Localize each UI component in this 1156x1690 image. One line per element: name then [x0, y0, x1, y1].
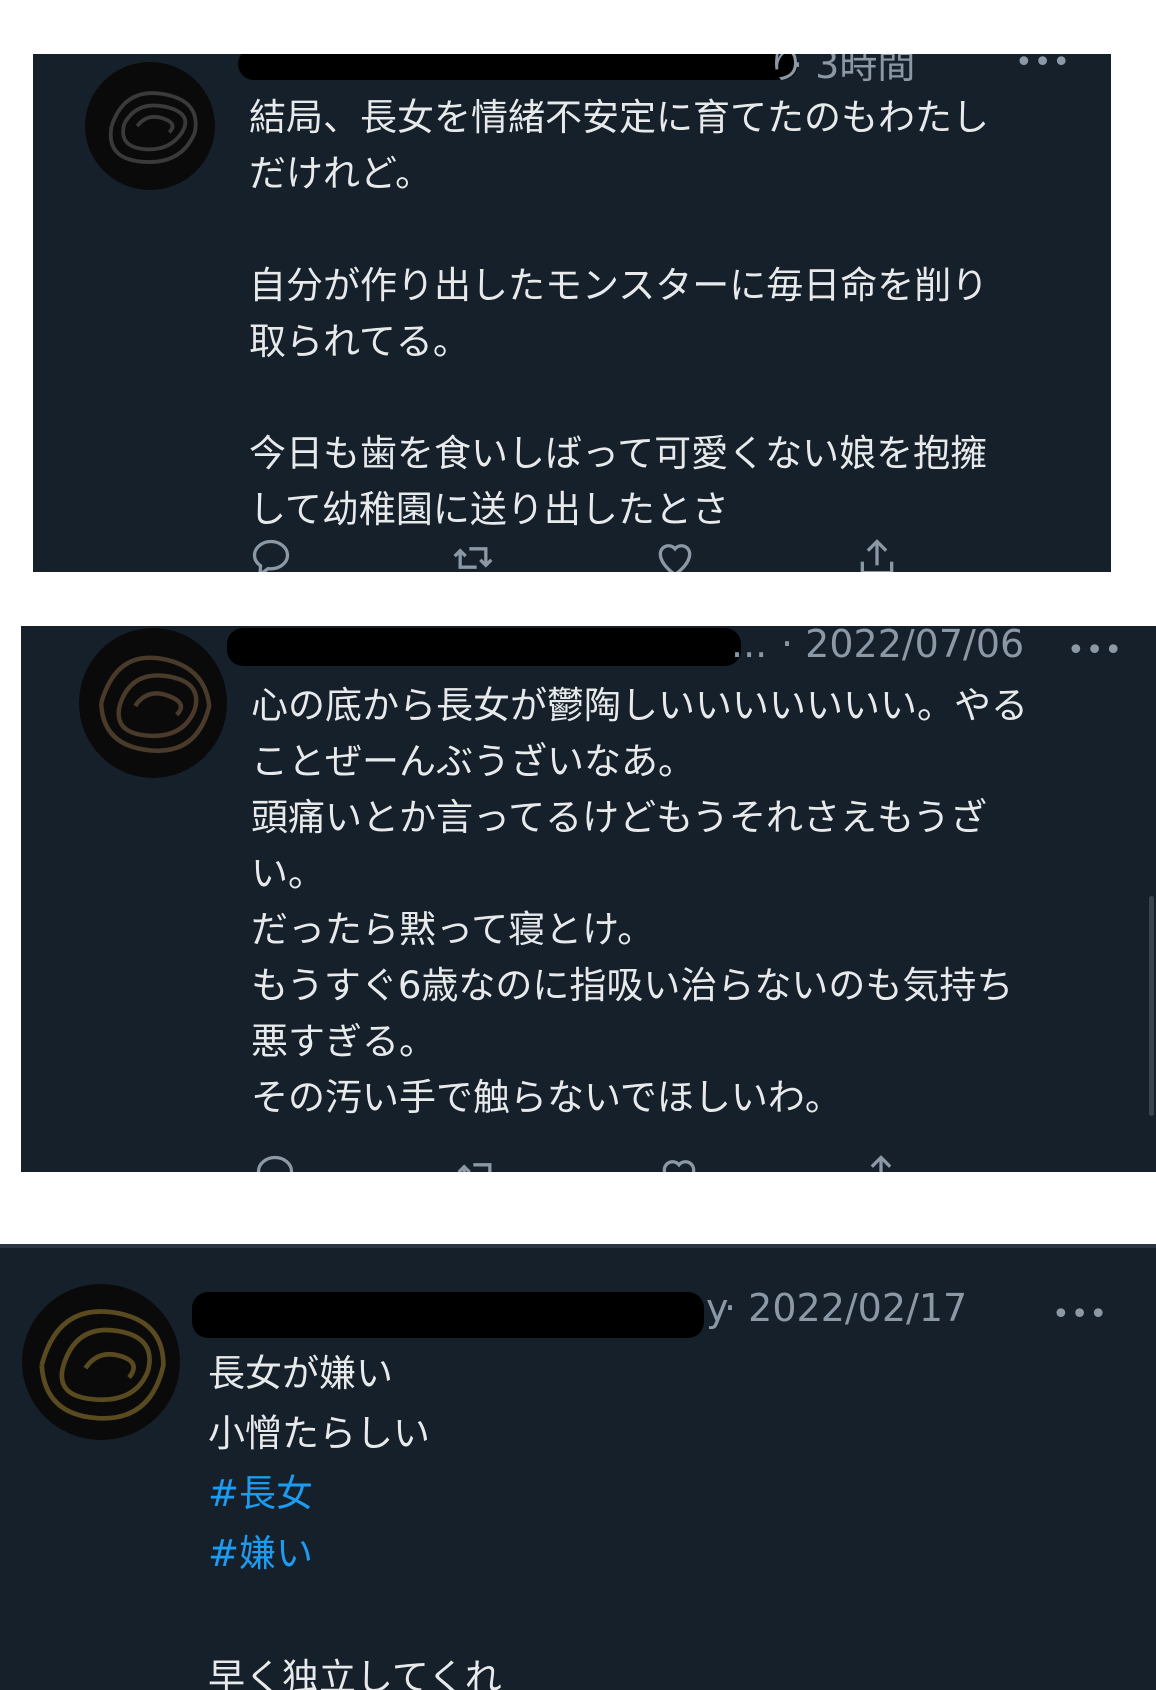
retweet-icon[interactable] — [455, 1152, 499, 1172]
tweet-text-line: 長女が嫌い — [208, 1352, 393, 1395]
hashtag-link[interactable]: #長女 — [208, 1464, 502, 1524]
tweet-text-line — [249, 202, 989, 258]
share-icon[interactable] — [855, 536, 899, 572]
redacted-username — [192, 1292, 704, 1338]
tweet-body: 心の底から長女が鬱陶しいいいいいいい。やる ことぜーんぶうざいなあ。 頭痛いとか… — [251, 678, 1028, 1126]
tweet-text-line: 心の底から長女が鬱陶しいいいいいいい。やる — [251, 684, 1028, 727]
tweet-text-line: 今日も歯を食いしばって可愛くない娘を抱擁 — [249, 432, 988, 475]
tweet-actions — [249, 536, 899, 572]
redacted-username — [238, 54, 798, 80]
reply-icon[interactable] — [253, 1152, 297, 1172]
tweet-username-fragment: ... — [731, 626, 768, 666]
tweet-text-line: 悪すぎる。 — [251, 1020, 436, 1063]
hashtag-link[interactable]: #嫌い — [208, 1524, 502, 1584]
avatar-scribble-icon — [108, 91, 198, 164]
tweet-timestamp: · 3時間 — [791, 54, 916, 87]
tweet-text-line: だったら黙って寝とけ。 — [251, 908, 655, 951]
tweet-text-line: 結局、長女を情緒不安定に育てたのもわたし — [249, 96, 989, 139]
avatar-scribble-icon — [98, 655, 212, 753]
scrollbar[interactable] — [1149, 896, 1154, 1116]
avatar[interactable] — [22, 1284, 180, 1440]
more-options-icon[interactable]: ••• — [1015, 54, 1071, 78]
tweet-body: 長女が嫌い 小憎たらしい #長女 #嫌い 早く独立してくれ — [208, 1344, 502, 1690]
redacted-username — [227, 628, 741, 666]
reply-icon[interactable] — [249, 536, 293, 572]
avatar[interactable] — [85, 62, 215, 190]
like-icon[interactable] — [657, 1152, 701, 1172]
tweet-card-1[interactable]: り · 3時間 ••• 結局、長女を情緒不安定に育てたのもわたし だけれど。 自… — [33, 54, 1111, 572]
tweet-body: 結局、長女を情緒不安定に育てたのもわたし だけれど。 自分が作り出したモンスター… — [249, 90, 989, 538]
more-options-icon[interactable]: ••• — [1052, 1300, 1108, 1330]
tweet-text-line: 取られてる。 — [249, 320, 470, 363]
more-options-icon[interactable]: ••• — [1067, 636, 1123, 666]
tweet-text-line: 自分が作り出したモンスターに毎日命を削り — [249, 264, 989, 307]
tweet-text-line: 頭痛いとか言ってるけどもうそれさえもうざ — [251, 796, 987, 839]
retweet-icon[interactable] — [451, 536, 495, 572]
tweet-actions — [253, 1152, 903, 1172]
avatar-scribble-icon — [39, 1309, 166, 1421]
tweet-timestamp: · 2022/07/06 — [781, 626, 1025, 666]
tweet-text-line: い。 — [251, 852, 325, 895]
avatar[interactable] — [79, 628, 227, 778]
tweet-text-line: その汚い手で触らないでほしいわ。 — [251, 1076, 842, 1119]
tweet-text-line: ことぜーんぶうざいなあ。 — [251, 740, 695, 783]
tweet-text-line: だけれど。 — [249, 152, 433, 195]
tweet-text-line: 早く独立してくれ — [208, 1656, 502, 1690]
tweet-timestamp: · 2022/02/17 — [724, 1286, 968, 1330]
tweet-card-2[interactable]: ... · 2022/07/06 ••• 心の底から長女が鬱陶しいいいいいいい。… — [21, 626, 1156, 1172]
tweet-card-3[interactable]: y · 2022/02/17 ••• 長女が嫌い 小憎たらしい #長女 #嫌い … — [0, 1244, 1156, 1690]
like-icon[interactable] — [653, 536, 697, 572]
tweet-text-line: 小憎たらしい — [208, 1412, 430, 1455]
tweet-text-line — [249, 370, 989, 426]
tweet-text-line: して幼稚園に送り出したとさ — [249, 488, 729, 531]
share-icon[interactable] — [859, 1152, 903, 1172]
tweet-text-line: もうすぐ6歳なのに指吸い治らないのも気持ち — [251, 964, 1014, 1007]
